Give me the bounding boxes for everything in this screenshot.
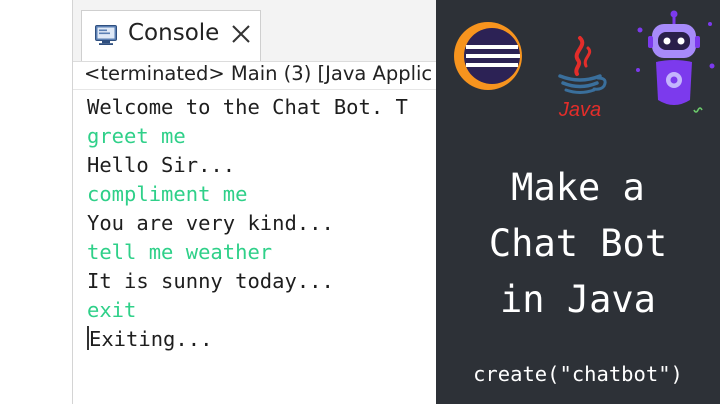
console-tab[interactable]: Console xyxy=(81,10,261,61)
console-status-line: <terminated> Main (3) [Java Applic xyxy=(84,62,433,85)
status-divider xyxy=(73,89,436,90)
console-input-line: exit xyxy=(87,298,137,322)
console-last-line-text: Exiting... xyxy=(89,327,213,351)
console-line: You are very kind... xyxy=(87,211,334,235)
java-logo-icon: Java xyxy=(558,36,607,121)
console-view: Console <terminated> Main (3) [Java Appl… xyxy=(73,0,436,404)
java-wordmark: Java xyxy=(558,99,601,121)
console-input-line: tell me weather xyxy=(87,240,273,264)
editor-gutter xyxy=(0,0,73,404)
console-line: Welcome to the Chat Bot. T xyxy=(87,95,408,119)
console-monitor-icon xyxy=(95,25,117,45)
robot-icon xyxy=(636,10,715,113)
headline-line: Make a xyxy=(511,166,645,209)
headline-line: Chat Bot xyxy=(488,222,668,265)
console-input-line: compliment me xyxy=(87,182,248,206)
code-tagline: create("chatbot") xyxy=(473,362,683,386)
headline-line: in Java xyxy=(500,278,656,321)
console-line: It is sunny today... xyxy=(87,269,334,293)
console-tab-label: Console xyxy=(128,20,220,46)
title-panel: Java Make a Chat Bot in Java create("cha… xyxy=(436,0,720,404)
close-icon[interactable] xyxy=(228,21,254,47)
eclipse-logo-icon xyxy=(454,22,522,90)
console-line: Hello Sir... xyxy=(87,153,236,177)
console-output[interactable]: Welcome to the Chat Bot. T greet me Hell… xyxy=(87,93,408,354)
console-last-line: Exiting... xyxy=(87,325,408,354)
console-tab-bar: Console xyxy=(73,0,436,62)
headline: Make a Chat Bot in Java xyxy=(436,160,720,328)
console-input-line: greet me xyxy=(87,124,186,148)
